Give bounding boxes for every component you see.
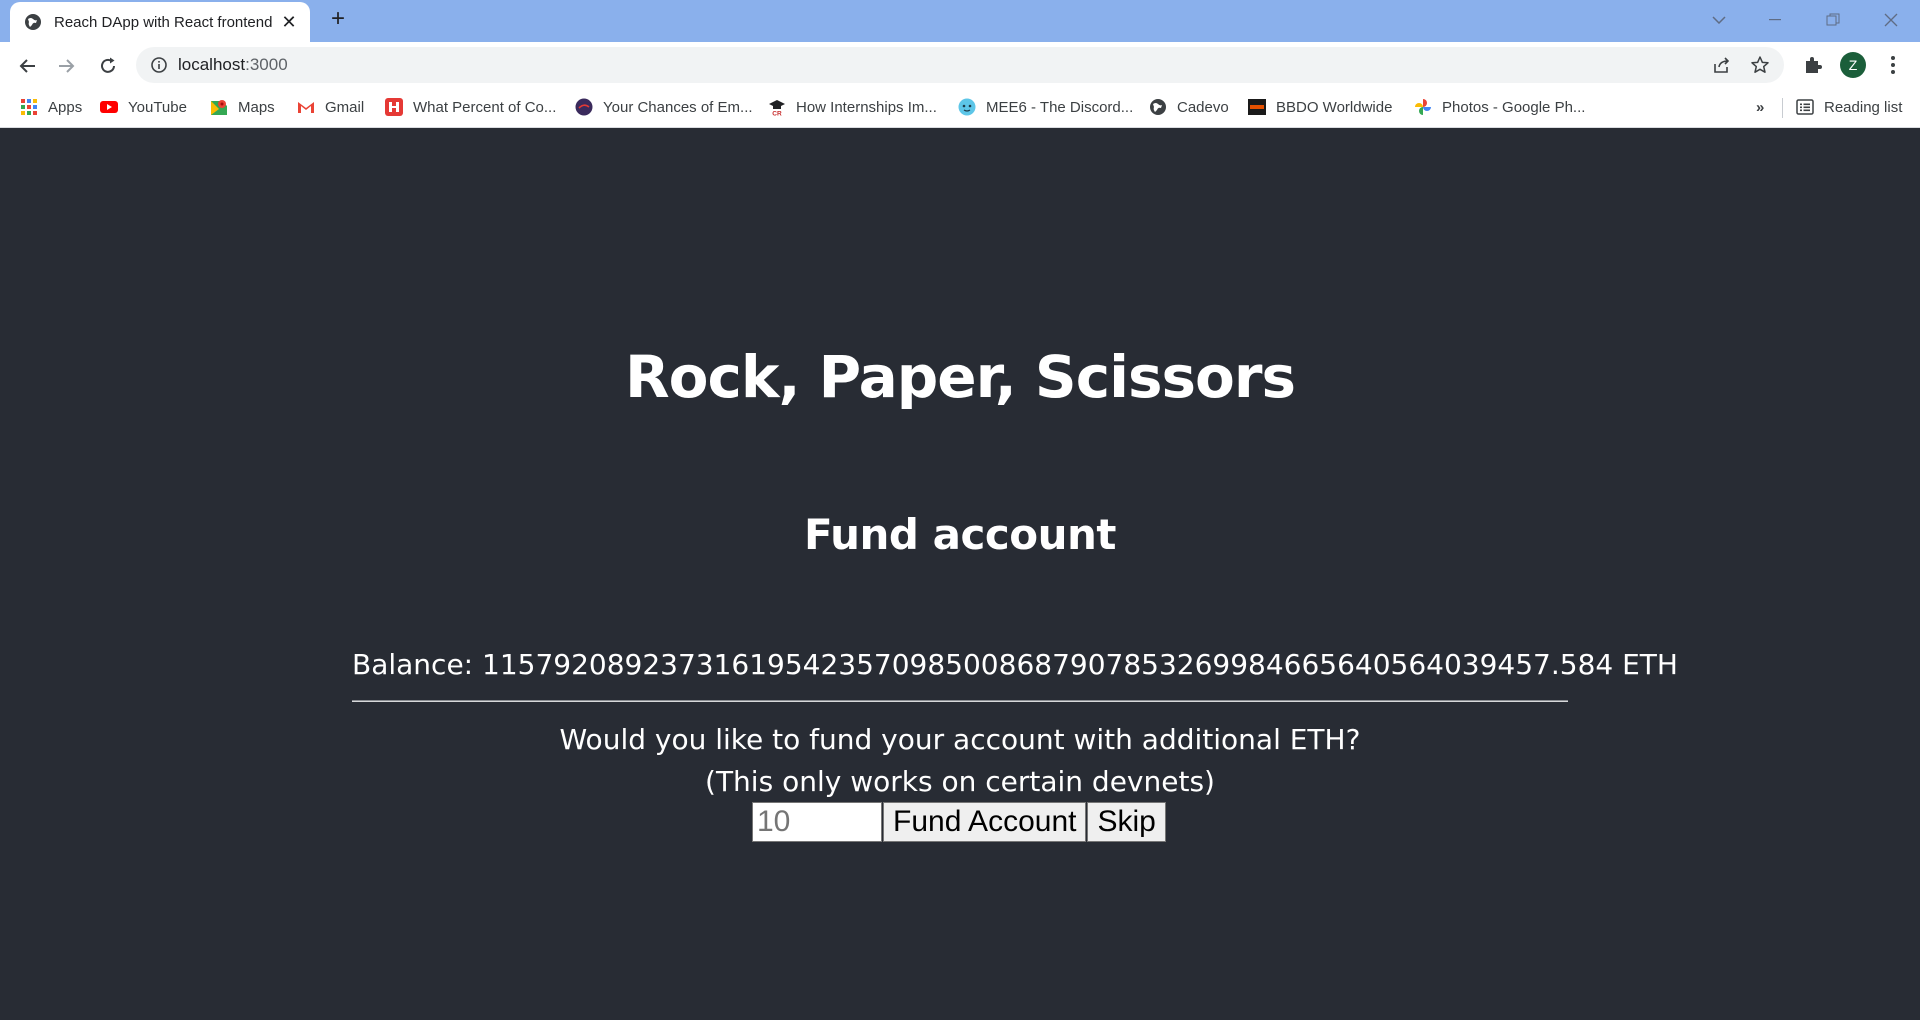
- url-host: localhost: [178, 55, 246, 74]
- restore-button[interactable]: [1810, 2, 1856, 38]
- horizontal-divider: [352, 700, 1568, 702]
- site-icon: [575, 98, 593, 116]
- graduation-cap-icon: CR: [769, 100, 785, 117]
- reload-button[interactable]: [94, 52, 122, 80]
- bookmark-your-chances[interactable]: Your Chances of Em...: [575, 96, 753, 118]
- site-icon: [385, 98, 403, 116]
- bookmark-label: Maps: [238, 98, 275, 116]
- bookmark-label: Photos - Google Ph...: [1442, 98, 1586, 116]
- browser-tab[interactable]: Reach DApp with React frontend ✕: [10, 2, 310, 42]
- bookmark-how-internships[interactable]: CR How Internships Im...: [768, 96, 937, 118]
- bookmark-label: BBDO Worldwide: [1276, 98, 1393, 116]
- back-button[interactable]: [14, 52, 42, 80]
- arrow-left-icon: [19, 59, 35, 73]
- bookmark-youtube[interactable]: YouTube: [100, 96, 187, 118]
- maps-icon: [211, 100, 227, 115]
- tab-search-icon[interactable]: [1696, 2, 1742, 38]
- address-bar[interactable]: localhost:3000: [136, 47, 1784, 83]
- bookmark-label: Gmail: [325, 98, 365, 116]
- bookmark-what-percent[interactable]: What Percent of Co...: [385, 96, 556, 118]
- fund-form: Fund Account Skip: [752, 802, 1166, 842]
- reading-list-label: Reading list: [1824, 98, 1903, 116]
- bookmarks-bar: Apps YouTube Maps Gmail What Percent of …: [0, 88, 1920, 128]
- bookmark-label: How Internships Im...: [796, 98, 937, 116]
- bookmark-bbdo[interactable]: BBDO Worldwide: [1248, 96, 1392, 118]
- url-text: localhost:3000: [178, 55, 288, 75]
- arrow-right-icon: [59, 59, 75, 73]
- star-icon[interactable]: [1750, 55, 1770, 75]
- globe-icon: [1150, 99, 1166, 115]
- bookmark-label: YouTube: [128, 98, 187, 116]
- mee6-icon: [958, 98, 976, 116]
- tab-title: Reach DApp with React frontend: [54, 13, 273, 31]
- devnet-note: (This only works on certain devnets): [705, 765, 1215, 798]
- skip-button[interactable]: Skip: [1087, 802, 1166, 842]
- bookmark-google-photos[interactable]: Photos - Google Ph...: [1414, 96, 1585, 118]
- balance-text: Balance: 1157920892373161954235709850086…: [352, 648, 1678, 681]
- reload-icon: [101, 57, 115, 73]
- gmail-icon: [298, 102, 314, 113]
- profile-avatar[interactable]: Z: [1840, 52, 1866, 78]
- minimize-button[interactable]: [1752, 2, 1798, 38]
- reading-list-icon: [1796, 99, 1814, 115]
- section-heading: Fund account: [804, 510, 1116, 559]
- fund-question: Would you like to fund your account with…: [559, 723, 1361, 756]
- bookmark-label: Cadevo: [1177, 98, 1229, 116]
- bookmark-cadevo[interactable]: Cadevo: [1149, 96, 1229, 118]
- close-window-button[interactable]: [1868, 2, 1914, 38]
- bookmarks-divider: [1782, 98, 1783, 118]
- bookmark-mee6[interactable]: MEE6 - The Discord...: [958, 96, 1133, 118]
- extensions-puzzle-icon[interactable]: [1802, 54, 1824, 76]
- close-tab-icon[interactable]: ✕: [280, 12, 298, 33]
- bookmark-apps[interactable]: Apps: [20, 96, 82, 118]
- page-title: Rock, Paper, Scissors: [625, 343, 1296, 411]
- info-icon[interactable]: [150, 56, 168, 74]
- tab-strip: Reach DApp with React frontend ✕ +: [0, 0, 1920, 42]
- globe-icon: [25, 14, 41, 30]
- bookmark-label: MEE6 - The Discord...: [986, 98, 1134, 116]
- browser-toolbar: localhost:3000 Z: [0, 42, 1920, 88]
- app-page: Rock, Paper, Scissors Fund account Balan…: [0, 128, 1920, 1020]
- apps-grid-icon: [21, 99, 37, 115]
- bookmark-label: What Percent of Co...: [413, 98, 557, 116]
- bookmark-gmail[interactable]: Gmail: [297, 96, 364, 118]
- bookmark-maps[interactable]: Maps: [210, 96, 275, 118]
- svg-text:CR: CR: [772, 111, 782, 117]
- new-tab-button[interactable]: +: [325, 6, 351, 32]
- kebab-menu-icon[interactable]: [1882, 54, 1904, 76]
- bookmarks-overflow-button[interactable]: »: [1756, 96, 1764, 118]
- reading-list-button[interactable]: Reading list: [1796, 96, 1902, 118]
- bookmark-label: Your Chances of Em...: [603, 98, 753, 116]
- amount-input[interactable]: [752, 802, 882, 842]
- site-icon: [1248, 99, 1266, 115]
- url-port: :3000: [245, 55, 288, 74]
- bookmark-label: Apps: [48, 98, 83, 116]
- forward-button[interactable]: [52, 52, 80, 80]
- youtube-icon: [100, 101, 118, 113]
- share-icon[interactable]: [1712, 55, 1732, 75]
- photos-icon: [1415, 99, 1431, 115]
- fund-account-button[interactable]: Fund Account: [883, 802, 1087, 842]
